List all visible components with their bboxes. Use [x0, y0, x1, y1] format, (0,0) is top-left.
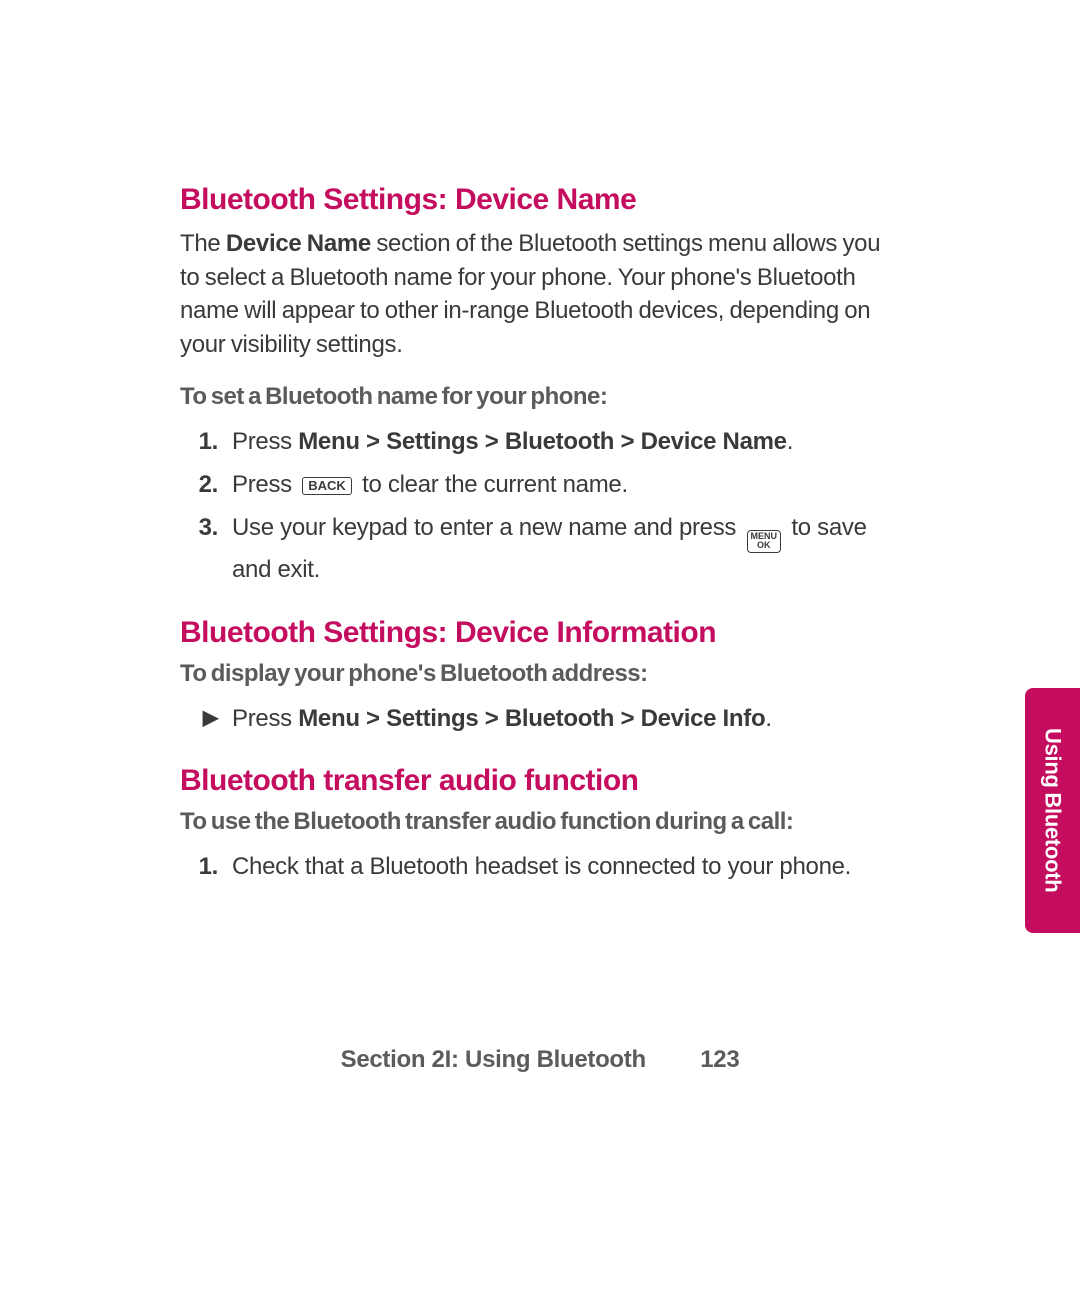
- step-1: 1. Press Menu > Settings > Bluetooth > D…: [180, 425, 900, 460]
- step-1-path: Menu > Settings > Bluetooth > Device Nam…: [298, 428, 787, 455]
- heading-device-name: Bluetooth Settings: Device Name: [180, 183, 900, 217]
- bullet-pre: Press: [232, 705, 298, 732]
- bullet-path: Menu > Settings > Bluetooth > Device Inf…: [298, 705, 765, 732]
- step-3-number: 3.: [180, 511, 232, 546]
- steps-display-address: ▶ Press Menu > Settings > Bluetooth > De…: [180, 702, 900, 737]
- arrow-icon: ▶: [180, 702, 232, 733]
- step-3-body: Use your keypad to enter a new name and …: [232, 511, 900, 588]
- bullet-device-info: ▶ Press Menu > Settings > Bluetooth > De…: [180, 702, 900, 737]
- step-1-body: Press Menu > Settings > Bluetooth > Devi…: [232, 425, 900, 460]
- step-2: 2. Press BACK to clear the current name.: [180, 468, 900, 503]
- heading-transfer-audio: Bluetooth transfer audio function: [180, 764, 900, 798]
- step-1-pre: Press: [232, 428, 298, 455]
- step-2-post: to clear the current name.: [356, 471, 628, 498]
- section-device-info: Bluetooth Settings: Device Information T…: [180, 616, 900, 737]
- back-key-icon: BACK: [302, 477, 352, 495]
- side-tab: Using Bluetooth: [1025, 688, 1080, 933]
- bullet-body: Press Menu > Settings > Bluetooth > Devi…: [232, 702, 900, 737]
- step-3: 3. Use your keypad to enter a new name a…: [180, 511, 900, 588]
- subhead-display-address: To display your phone's Bluetooth addres…: [180, 660, 900, 688]
- step-2-body: Press BACK to clear the current name.: [232, 468, 900, 503]
- footer-section: Section 2I: Using Bluetooth: [341, 1046, 646, 1073]
- step-2-pre: Press: [232, 471, 298, 498]
- step-3-pre: Use your keypad to enter a new name and …: [232, 514, 743, 541]
- steps-transfer-audio: 1. Check that a Bluetooth headset is con…: [180, 850, 900, 885]
- intro-pre: The: [180, 230, 226, 257]
- step-2-number: 2.: [180, 468, 232, 503]
- step-1-post: .: [787, 428, 793, 455]
- page-footer: Section 2I: Using Bluetooth 123: [0, 1046, 1080, 1074]
- step-1-number: 1.: [180, 425, 232, 460]
- menu-ok-key-icon: MENUOK: [747, 530, 782, 553]
- subhead-transfer-audio: To use the Bluetooth transfer audio func…: [180, 808, 900, 836]
- section-transfer-audio: Bluetooth transfer audio function To use…: [180, 764, 900, 885]
- intro-paragraph: The Device Name section of the Bluetooth…: [180, 227, 900, 361]
- heading-device-info: Bluetooth Settings: Device Information: [180, 616, 900, 650]
- footer-page-number: 123: [700, 1046, 739, 1074]
- side-tab-label: Using Bluetooth: [1040, 728, 1066, 892]
- bullet-post: .: [765, 705, 771, 732]
- document-page: Bluetooth Settings: Device Name The Devi…: [0, 0, 1080, 885]
- section-device-name: Bluetooth Settings: Device Name The Devi…: [180, 183, 900, 588]
- key-bot: OK: [757, 541, 771, 550]
- steps-set-name: 1. Press Menu > Settings > Bluetooth > D…: [180, 425, 900, 587]
- device-name-bold: Device Name: [226, 230, 371, 257]
- subhead-set-name: To set a Bluetooth name for your phone:: [180, 383, 900, 411]
- audio-step-1: 1. Check that a Bluetooth headset is con…: [180, 850, 900, 885]
- audio-step-1-body: Check that a Bluetooth headset is connec…: [232, 850, 900, 885]
- audio-step-1-number: 1.: [180, 850, 232, 885]
